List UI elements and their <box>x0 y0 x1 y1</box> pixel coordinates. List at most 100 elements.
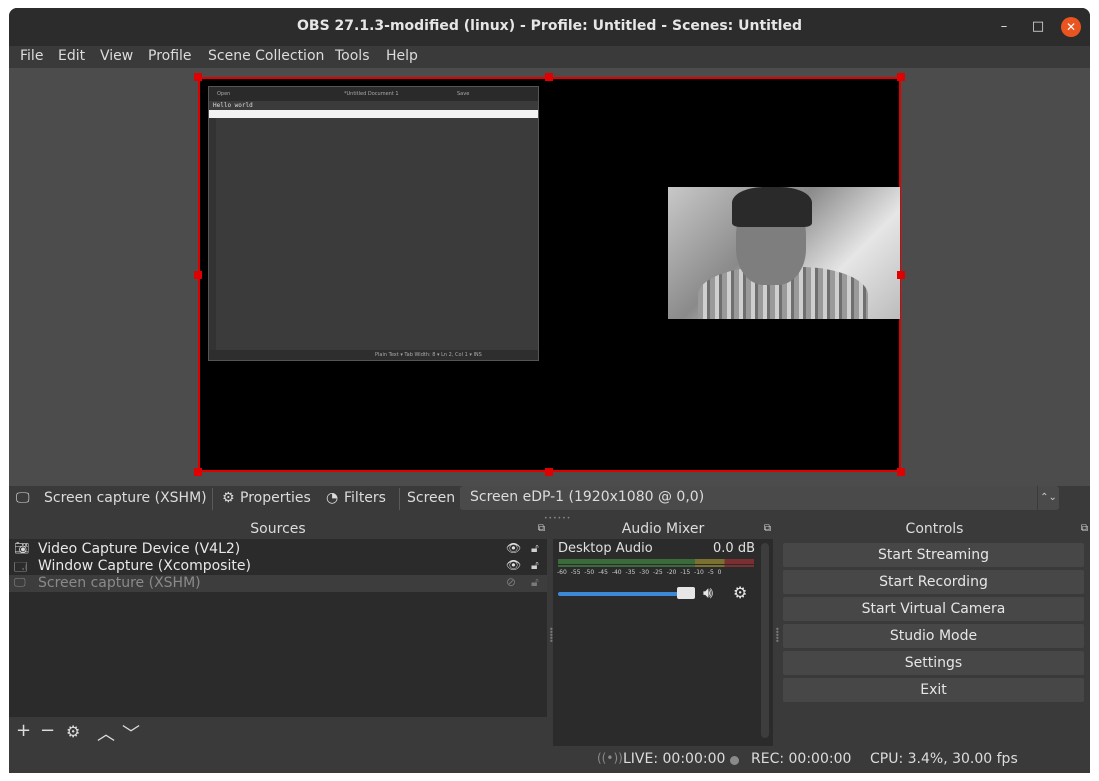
preview-area[interactable]: Open *Untitled Document 1 Save Hello wor… <box>9 68 1090 486</box>
screen-select-value: Screen eDP-1 (1920x1080 @ 0,0) <box>470 489 705 505</box>
menu-view[interactable]: View <box>100 48 133 64</box>
resize-handle-top-right[interactable] <box>897 73 905 81</box>
controls-title: Controls <box>905 521 964 537</box>
eye-icon[interactable]: 👁︎ <box>506 541 521 555</box>
close-button[interactable]: ✕ <box>1061 17 1081 37</box>
gear-icon: ⚙ <box>222 490 235 506</box>
exit-button[interactable]: Exit <box>783 678 1084 702</box>
editor-title: *Untitled Document 1 <box>344 91 399 97</box>
program-canvas[interactable]: Open *Untitled Document 1 Save Hello wor… <box>198 77 901 472</box>
editor-save-label: Save <box>457 91 470 97</box>
mixer-body: Desktop Audio 0.0 dB -60 -55 -50 -45 -40… <box>553 539 773 746</box>
captured-window-editor: Open *Untitled Document 1 Save Hello wor… <box>208 86 539 361</box>
menu-bar: File Edit View Profile Scene Collection … <box>9 46 1090 68</box>
menu-file[interactable]: File <box>20 48 43 64</box>
lock-icon[interactable]: 🔓︎ <box>531 541 539 556</box>
mixer-level: 0.0 dB <box>713 541 755 556</box>
screen-select[interactable]: Screen eDP-1 (1920x1080 @ 0,0) ⌃⌄ <box>460 486 1059 510</box>
resize-handle-bottom[interactable] <box>545 468 553 476</box>
gear-icon[interactable]: ⚙ <box>66 722 80 741</box>
undock-icon[interactable]: ⧉ <box>538 523 545 534</box>
resize-handle-bottom-left[interactable] <box>194 468 202 476</box>
properties-button[interactable]: Properties <box>240 490 311 506</box>
add-icon[interactable]: + <box>16 720 31 741</box>
broadcast-icon: ((•)) <box>597 751 623 765</box>
gear-icon[interactable]: ⚙ <box>733 583 747 602</box>
undock-icon[interactable]: ⧉ <box>764 523 771 534</box>
resize-handle-right[interactable] <box>897 271 905 279</box>
meter-scale: -60 -55 -50 -45 -40 -35 -30 -25 -20 -15 … <box>557 569 722 576</box>
editor-status-text: Plain Text ▾ Tab Width: 8 ▾ Ln 2, Col 1 … <box>375 352 482 358</box>
maximize-button[interactable]: □ <box>1028 17 1048 37</box>
menu-scene-collection[interactable]: Scene Collection <box>208 48 324 64</box>
resize-handle-top-left[interactable] <box>194 73 202 81</box>
source-name: Screen capture (XSHM) <box>38 575 201 591</box>
speaker-icon[interactable]: 🔊︎ <box>703 583 713 603</box>
source-name: Video Capture Device (V4L2) <box>38 541 241 557</box>
eye-icon[interactable]: 👁︎ <box>506 558 521 572</box>
volume-meter-peak <box>558 565 754 567</box>
source-toolbar: 🖵 Screen capture (XSHM) ⚙ Properties ◔ F… <box>9 486 1090 512</box>
sources-title: Sources <box>250 521 306 537</box>
volume-meter <box>558 559 754 564</box>
sources-toolbar: + − ⚙ ︿ ﹀ <box>9 717 547 746</box>
editor-status-bar: Plain Text ▾ Tab Width: 8 ▾ Ln 2, Col 1 … <box>209 350 538 360</box>
window-title: OBS 27.1.3-modified (linux) - Profile: U… <box>297 18 802 34</box>
webcam-feed <box>668 187 900 319</box>
chevron-up-icon[interactable]: ︿ <box>97 720 115 746</box>
rec-status: REC: 00:00:00 <box>751 751 852 767</box>
editor-header-bar: Open *Untitled Document 1 Save <box>209 87 538 101</box>
settings-button[interactable]: Settings <box>783 651 1084 675</box>
audio-mixer-title: Audio Mixer <box>621 521 705 537</box>
editor-content: Hello world <box>213 102 253 109</box>
start-recording-button[interactable]: Start Recording <box>783 570 1084 594</box>
record-dot-icon <box>730 756 739 765</box>
undock-icon[interactable]: ⧉ <box>1081 523 1088 534</box>
source-item-window-capture[interactable]: 🗔 Window Capture (Xcomposite) 👁︎ 🔓︎ <box>9 558 547 575</box>
selected-source-name: Screen capture (XSHM) <box>44 490 207 506</box>
studio-mode-button[interactable]: Studio Mode <box>783 624 1084 648</box>
menu-profile[interactable]: Profile <box>148 48 192 64</box>
monitor-icon: 🖵 <box>14 575 26 589</box>
chevron-down-icon[interactable]: ﹀ <box>122 720 140 746</box>
remove-icon[interactable]: − <box>40 720 55 741</box>
live-status: LIVE: 00:00:00 <box>623 751 726 767</box>
mixer-scrollbar[interactable] <box>761 543 769 738</box>
sources-list: 📷︎ Video Capture Device (V4L2) 👁︎ 🔓︎ 🗔 W… <box>9 539 547 717</box>
source-name: Window Capture (Xcomposite) <box>38 558 251 574</box>
resize-handle-bottom-right[interactable] <box>897 468 905 476</box>
editor-gutter <box>209 118 216 351</box>
monitor-icon: 🖵 <box>16 490 30 506</box>
resize-handle-left[interactable] <box>194 271 202 279</box>
camera-icon: 📷︎ <box>14 541 30 555</box>
source-item-video-capture[interactable]: 📷︎ Video Capture Device (V4L2) 👁︎ 🔓︎ <box>9 541 547 558</box>
cpu-status: CPU: 3.4%, 30.00 fps <box>870 751 1018 767</box>
filters-icon: ◔ <box>326 490 339 506</box>
minimize-button[interactable]: – <box>994 17 1014 37</box>
obs-window: OBS 27.1.3-modified (linux) - Profile: U… <box>9 8 1090 773</box>
filters-button[interactable]: Filters <box>344 490 386 506</box>
webcam-person-hair <box>732 187 812 227</box>
lock-icon[interactable]: 🔓︎ <box>531 575 539 590</box>
screen-label: Screen <box>407 490 456 506</box>
lock-icon[interactable]: 🔓︎ <box>531 558 539 573</box>
title-bar: OBS 27.1.3-modified (linux) - Profile: U… <box>9 8 1090 46</box>
volume-slider-handle[interactable] <box>677 587 695 599</box>
chevron-up-down-icon[interactable]: ⌃⌄ <box>1037 486 1059 510</box>
volume-slider[interactable] <box>558 592 694 596</box>
dock-splitter-grip[interactable]: • • • • • <box>549 626 554 646</box>
menu-tools[interactable]: Tools <box>335 48 370 64</box>
toolbar-separator <box>212 488 213 510</box>
toolbar-separator <box>399 488 400 510</box>
start-streaming-button[interactable]: Start Streaming <box>783 543 1084 567</box>
menu-help[interactable]: Help <box>386 48 418 64</box>
resize-handle-top[interactable] <box>545 73 553 81</box>
mixer-channel-name: Desktop Audio <box>558 541 653 556</box>
controls-dock: Controls ⧉ Start Streaming Start Recordi… <box>779 521 1090 746</box>
eye-hidden-icon[interactable]: ⊘ <box>506 575 516 589</box>
start-virtual-camera-button[interactable]: Start Virtual Camera <box>783 597 1084 621</box>
dock-splitter-grip[interactable]: • • • • • <box>775 626 780 646</box>
source-item-screen-capture[interactable]: 🖵 Screen capture (XSHM) ⊘ 🔓︎ <box>9 575 547 592</box>
menu-edit[interactable]: Edit <box>58 48 85 64</box>
sources-dock: Sources ⧉ 📷︎ Video Capture Device (V4L2)… <box>9 521 547 746</box>
